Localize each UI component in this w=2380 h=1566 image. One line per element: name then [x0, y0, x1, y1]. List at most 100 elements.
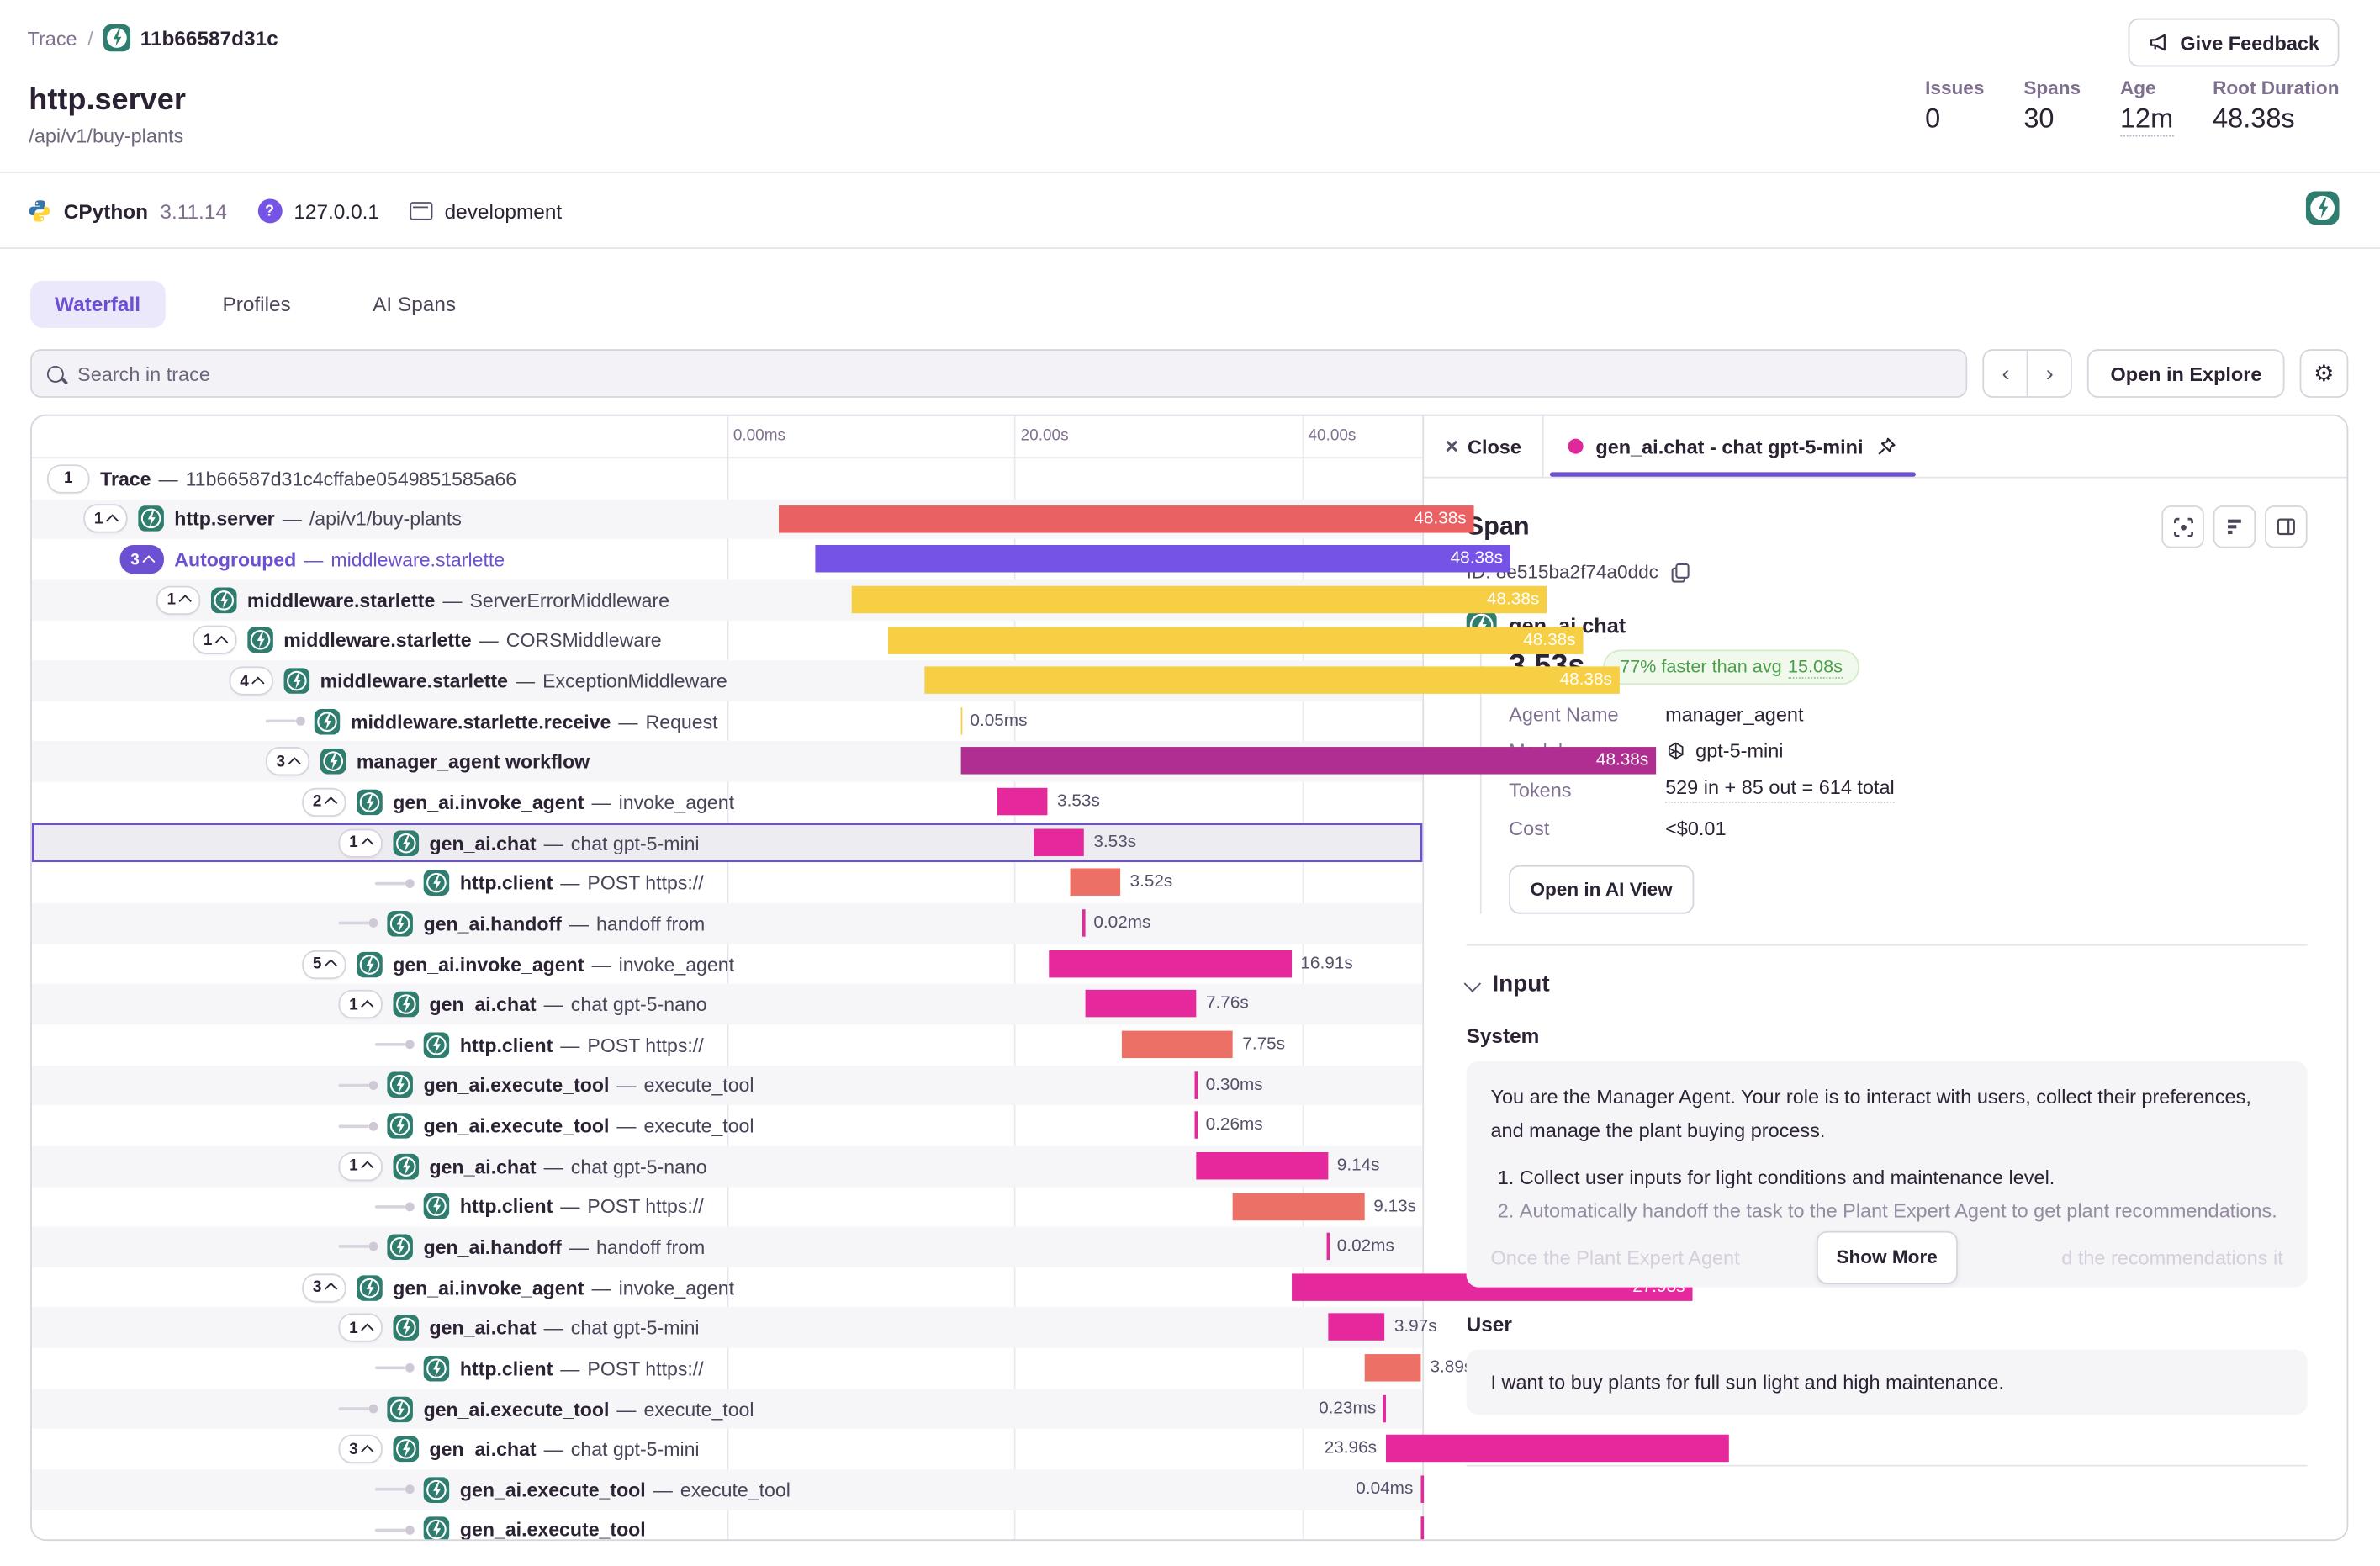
children-count-pill[interactable]: 5: [302, 950, 346, 978]
children-count-pill[interactable]: 3: [120, 545, 164, 574]
children-count-pill[interactable]: 1: [339, 990, 383, 1018]
detail-tab[interactable]: gen_ai.chat - chat gpt-5-mini: [1544, 416, 1923, 477]
sentry-logo-icon[interactable]: [2306, 191, 2340, 225]
children-count-pill[interactable]: 1: [83, 505, 127, 533]
span-description: execute_tool: [644, 1398, 754, 1421]
span-row-gen-ai-execute-tool[interactable]: gen_ai.execute_tool—execute_tool0.26ms: [32, 1105, 1422, 1145]
span-row-gen-ai-handoff[interactable]: gen_ai.handoff—handoff from0.02ms: [32, 903, 1422, 944]
tab-profiles[interactable]: Profiles: [198, 281, 315, 328]
children-count-pill[interactable]: 1: [193, 626, 236, 654]
split-panel-icon: [2276, 516, 2297, 537]
span-row-http-client[interactable]: http.client—POST https://9.13s: [32, 1187, 1422, 1227]
children-count-pill[interactable]: 4: [230, 666, 273, 695]
span-row-gen-ai-execute-tool[interactable]: gen_ai.execute_tool: [32, 1510, 1422, 1541]
duration-label: 23.96s: [1325, 1429, 1377, 1469]
leaf-connector: [339, 1405, 378, 1414]
span-row-gen-ai-invoke-agent[interactable]: 3gen_ai.invoke_agent—invoke_agent27.93s: [32, 1267, 1422, 1308]
span-separator: —: [616, 1114, 636, 1137]
duration-label: 9.14s: [1337, 1146, 1380, 1187]
duration-label: 0.23ms: [1319, 1389, 1376, 1429]
unknown-browser-icon: ?: [257, 198, 282, 223]
breadcrumb-trace-link[interactable]: Trace: [27, 27, 77, 50]
children-count-pill[interactable]: 1: [47, 464, 90, 493]
span-tree-cell: gen_ai.execute_tool—execute_tool: [32, 1389, 1034, 1429]
copy-icon[interactable]: [1669, 562, 1690, 583]
span-row-gen-ai-invoke-agent[interactable]: 5gen_ai.invoke_agent—invoke_agent16.91s: [32, 944, 1422, 984]
close-panel-button[interactable]: × Close: [1424, 416, 1544, 477]
avg-duration-value[interactable]: 15.08s: [1788, 656, 1843, 679]
search-input[interactable]: [74, 361, 1951, 387]
children-count-pill[interactable]: 3: [266, 748, 309, 776]
span-bar-cell: 16.91s: [997, 944, 1693, 984]
attribute-value: manager_agent: [1665, 703, 1803, 726]
leaf-connector: [339, 1081, 378, 1090]
span-duration-bar: [1034, 828, 1084, 855]
settings-gear-button[interactable]: ⚙: [2300, 349, 2349, 398]
children-count-pill[interactable]: 1: [339, 1151, 383, 1180]
span-name: gen_ai.chat: [430, 1155, 537, 1177]
attribute-value[interactable]: 529 in + 85 out = 614 total: [1665, 775, 1895, 802]
span-duration-tick: [1420, 1475, 1424, 1502]
profile-button[interactable]: [2213, 505, 2256, 548]
search-input-wrap[interactable]: [30, 349, 1968, 398]
span-bar-cell: 23.96s: [1034, 1429, 1729, 1469]
span-row-gen-ai-execute-tool[interactable]: gen_ai.execute_tool—execute_tool0.04ms: [32, 1469, 1422, 1510]
layout-toggle-button[interactable]: [2265, 505, 2308, 548]
axis-tick-label: 20.00s: [1021, 426, 1069, 445]
span-row-gen-ai-chat[interactable]: 3gen_ai.chat—chat gpt-5-mini23.96s: [32, 1429, 1422, 1469]
chevron-up-icon: [251, 676, 264, 689]
pin-icon[interactable]: [1875, 435, 1898, 458]
next-match-button[interactable]: ›: [2028, 351, 2071, 396]
give-feedback-button[interactable]: Give Feedback: [2129, 19, 2340, 67]
children-count-pill[interactable]: 3: [302, 1273, 346, 1302]
chevron-up-icon: [325, 1283, 337, 1295]
span-row-autogrouped[interactable]: 3Autogrouped—middleware.starlette48.38s: [32, 539, 1422, 579]
span-separator: —: [560, 1034, 579, 1056]
prev-match-button[interactable]: ‹: [1985, 351, 2028, 396]
children-count-pill[interactable]: 1: [339, 828, 383, 857]
span-row-gen-ai-execute-tool[interactable]: gen_ai.execute_tool—execute_tool0.30ms: [32, 1065, 1422, 1105]
show-more-button[interactable]: Show More: [1817, 1231, 1957, 1284]
span-name: http.client: [460, 1034, 553, 1056]
chevron-up-icon: [288, 757, 300, 770]
tab-waterfall[interactable]: Waterfall: [30, 281, 165, 328]
span-row-http-client[interactable]: http.client—POST https://3.52s: [32, 863, 1422, 903]
children-count-pill[interactable]: 1: [156, 585, 200, 614]
span-row-gen-ai-chat[interactable]: 1gen_ai.chat—chat gpt-5-nano9.14s: [32, 1146, 1422, 1187]
duration-label: 3.53s: [1093, 823, 1136, 863]
span-row-http-client[interactable]: http.client—POST https://7.75s: [32, 1024, 1422, 1065]
chevron-up-icon: [325, 797, 337, 810]
axis-tick-label: 40.00s: [1308, 426, 1356, 445]
children-count-pill[interactable]: 2: [302, 788, 346, 817]
span-row-middleware-starlette[interactable]: 4middleware.starlette—ExceptionMiddlewar…: [32, 661, 1422, 701]
span-row-gen-ai-handoff[interactable]: gen_ai.handoff—handoff from0.02ms: [32, 1227, 1422, 1267]
span-row-gen-ai-chat[interactable]: 1gen_ai.chat—chat gpt-5-mini3.53s: [32, 823, 1422, 863]
span-tree-cell: 1Trace—11b66587d31c4cffabe0549851585a66: [32, 458, 743, 499]
openai-icon: [1665, 740, 1686, 761]
duration-label: 0.04ms: [1356, 1469, 1413, 1510]
stat-value[interactable]: 12m: [2120, 103, 2173, 137]
span-tree-cell: 1gen_ai.chat—chat gpt-5-mini: [32, 1308, 1034, 1348]
children-count-pill[interactable]: 1: [339, 1314, 383, 1342]
span-row-gen-ai-chat[interactable]: 1gen_ai.chat—chat gpt-5-nano7.76s: [32, 984, 1422, 1024]
span-row-trace[interactable]: 1Trace—11b66587d31c4cffabe0549851585a66: [32, 458, 1422, 499]
span-row-gen-ai-chat[interactable]: 1gen_ai.chat—chat gpt-5-mini3.97s: [32, 1308, 1422, 1348]
span-row-middleware-starlette[interactable]: 1middleware.starlette—CORSMiddleware48.3…: [32, 620, 1422, 660]
children-count-pill[interactable]: 3: [339, 1435, 383, 1463]
span-row-http-server[interactable]: 1http.server—/api/v1/buy-plants48.38s: [32, 499, 1422, 539]
tab-ai-spans[interactable]: AI Spans: [348, 281, 480, 328]
leaf-connector: [375, 879, 415, 888]
span-row-middleware-starlette[interactable]: 1middleware.starlette—ServerErrorMiddlew…: [32, 579, 1422, 620]
span-tree-cell: gen_ai.handoff—handoff from: [32, 1227, 1034, 1267]
chevron-up-icon: [361, 838, 373, 850]
span-row-middleware-starlette-receive[interactable]: middleware.starlette.receive—Request0.05…: [32, 701, 1422, 742]
span-row-manager-agent-workflow[interactable]: 3manager_agent workflow48.38s: [32, 742, 1422, 782]
open-in-explore-button[interactable]: Open in Explore: [2087, 349, 2284, 398]
span-op-icon: [393, 830, 419, 856]
span-row-gen-ai-invoke-agent[interactable]: 2gen_ai.invoke_agent—invoke_agent3.53s: [32, 782, 1422, 823]
span-row-http-client[interactable]: http.client—POST https://3.89s: [32, 1348, 1422, 1389]
span-row-gen-ai-execute-tool[interactable]: gen_ai.execute_tool—execute_tool 0.23ms: [32, 1389, 1422, 1429]
duration-label: 48.38s: [1451, 546, 1503, 573]
focus-span-button[interactable]: [2161, 505, 2204, 548]
stat-label: Issues: [1925, 77, 1984, 98]
